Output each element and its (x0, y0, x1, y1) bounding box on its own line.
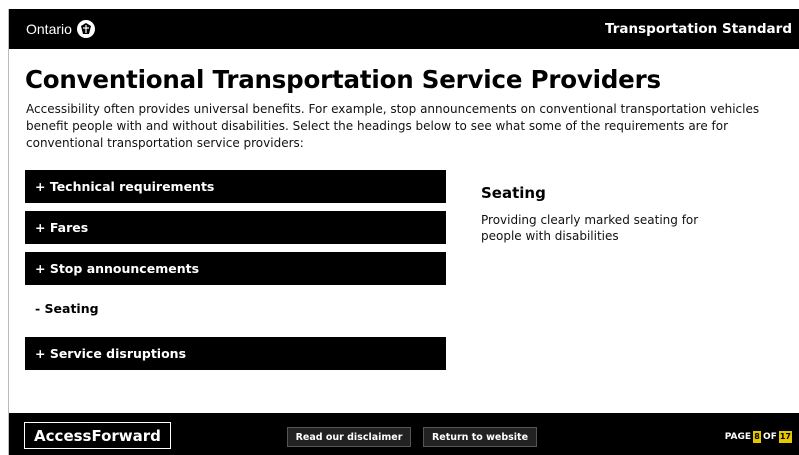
accordion-seating[interactable]: - Seating (35, 301, 99, 316)
return-to-website-button[interactable]: Return to website (423, 427, 537, 447)
footer-bar: AccessForward Read our disclaimer Return… (9, 413, 799, 455)
course-frame: Ontario Transportation Standard Conventi… (8, 9, 799, 455)
trillium-icon (76, 20, 95, 38)
accordion-fares[interactable]: + Fares (25, 211, 446, 244)
page-label: PAGE (724, 432, 752, 442)
ontario-logo: Ontario (26, 20, 95, 38)
current-page: 8 (753, 431, 762, 443)
accordion-stop-announcements[interactable]: + Stop announcements (25, 252, 446, 285)
of-label: OF (763, 432, 777, 442)
disclaimer-button[interactable]: Read our disclaimer (287, 427, 411, 447)
module-title: Transportation Standard (605, 21, 792, 37)
detail-title: Seating (481, 184, 546, 202)
total-pages: 17 (778, 431, 792, 443)
accessforward-logo: AccessForward (24, 422, 171, 449)
top-bar: Ontario Transportation Standard (9, 9, 799, 49)
detail-body: Providing clearly marked seating for peo… (481, 213, 699, 243)
accordion-technical-requirements[interactable]: + Technical requirements (25, 170, 446, 203)
page-title: Conventional Transportation Service Prov… (25, 65, 661, 94)
accordion-service-disruptions[interactable]: + Service disruptions (25, 337, 446, 370)
logo-text: Ontario (26, 21, 72, 37)
page-indicator: PAGE 8 OF 17 (725, 431, 792, 443)
intro-text: Accessibility often provides universal b… (26, 102, 760, 150)
